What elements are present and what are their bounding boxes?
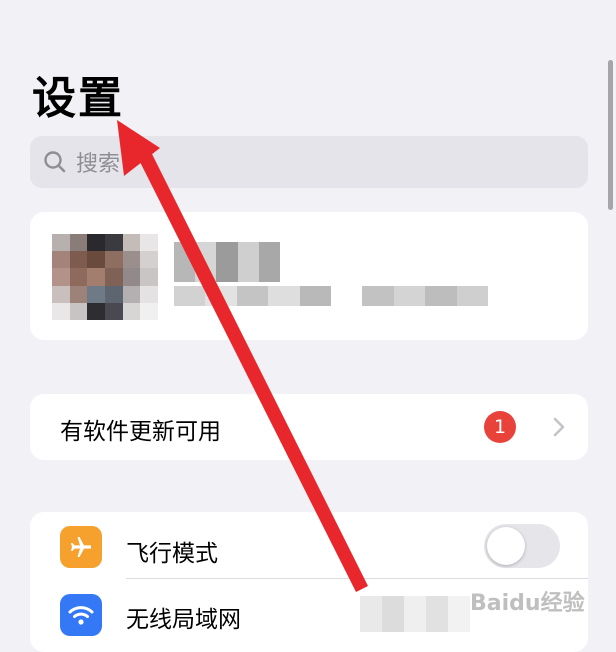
redacted-wifi-value — [360, 596, 470, 632]
search-bar[interactable]: 搜索 — [30, 136, 588, 188]
page-title: 设置 — [32, 73, 124, 124]
airplane-icon — [60, 526, 102, 568]
search-icon — [44, 151, 66, 173]
chevron-right-icon — [553, 417, 565, 437]
software-update-row[interactable]: 有软件更新可用 1 — [30, 394, 588, 460]
software-update-label: 有软件更新可用 — [60, 419, 221, 445]
scrollbar[interactable] — [608, 60, 613, 210]
wifi-icon — [60, 594, 102, 636]
apple-id-card[interactable] — [30, 212, 588, 340]
wifi-label: 无线局域网 — [126, 607, 241, 633]
watermark: Baidu经验 — [470, 591, 585, 616]
row-divider — [126, 578, 588, 579]
profile-subtitle-redacted — [174, 286, 489, 306]
airplane-mode-toggle[interactable] — [484, 524, 560, 568]
update-count-badge: 1 — [484, 411, 516, 443]
toggle-knob — [487, 527, 525, 565]
profile-name-redacted — [174, 242, 281, 282]
search-placeholder: 搜索 — [76, 152, 121, 177]
avatar — [52, 234, 158, 320]
connectivity-settings-group: 飞行模式 无线局域网 — [30, 512, 588, 652]
airplane-mode-label: 飞行模式 — [126, 541, 218, 567]
